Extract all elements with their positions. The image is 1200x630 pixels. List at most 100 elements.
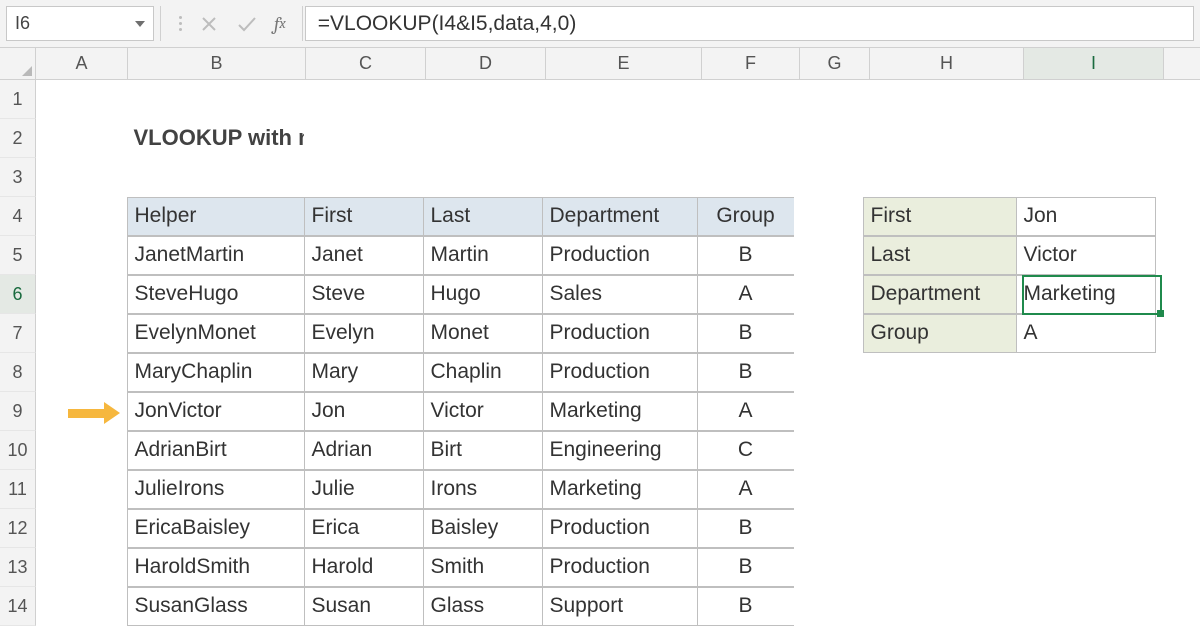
row-header-2[interactable]: 2 [0,119,36,158]
table-cell[interactable]: Baisley [423,509,543,548]
cell[interactable] [304,80,424,119]
table-cell[interactable]: B [697,548,795,587]
expand-formula-bar-icon[interactable] [179,16,182,31]
cell[interactable] [863,158,1017,197]
table-cell[interactable]: Support [542,587,698,626]
table-cell[interactable]: B [697,587,795,626]
table-header[interactable]: Last [423,197,543,236]
table-cell[interactable]: Erica [304,509,424,548]
cell[interactable] [863,392,1017,431]
table-cell[interactable]: EricaBaisley [127,509,305,548]
cell[interactable] [863,431,1017,470]
cell[interactable] [127,80,305,119]
cell[interactable] [863,80,1017,119]
table-cell[interactable]: JonVictor [127,392,305,431]
cell[interactable] [794,119,864,158]
cell[interactable] [304,119,424,158]
column-header-F[interactable]: F [702,48,800,79]
cell[interactable] [794,80,864,119]
cell[interactable] [1016,119,1156,158]
table-cell[interactable]: Production [542,353,698,392]
table-cell[interactable]: B [697,353,795,392]
cell[interactable] [863,119,1017,158]
table-cell[interactable]: Hugo [423,275,543,314]
row-header-1[interactable]: 1 [0,80,36,119]
cell[interactable] [423,80,543,119]
cell[interactable] [36,548,128,587]
table-cell[interactable]: C [697,431,795,470]
cell[interactable] [36,158,128,197]
column-header-C[interactable]: C [306,48,426,79]
cells-area[interactable]: VLOOKUP with multiple criteria [36,80,1200,626]
table-cell[interactable]: Martin [423,236,543,275]
cell[interactable] [36,470,128,509]
table-cell[interactable]: Irons [423,470,543,509]
cell[interactable] [542,119,698,158]
table-header[interactable]: Helper [127,197,305,236]
table-cell[interactable]: AdrianBirt [127,431,305,470]
lookup-label[interactable]: Group [863,314,1017,353]
table-cell[interactable]: Production [542,236,698,275]
column-header-I[interactable]: I [1024,48,1164,79]
column-header-D[interactable]: D [426,48,546,79]
fx-label[interactable]: fx [274,0,300,47]
table-cell[interactable]: Adrian [304,431,424,470]
row-header-11[interactable]: 11 [0,470,36,509]
table-cell[interactable]: HaroldSmith [127,548,305,587]
cell[interactable] [794,158,864,197]
table-cell[interactable]: B [697,236,795,275]
cell[interactable] [1016,431,1156,470]
cell[interactable] [697,80,795,119]
table-cell[interactable]: Production [542,314,698,353]
column-header-H[interactable]: H [870,48,1024,79]
column-header-A[interactable]: A [36,48,128,79]
row-header-4[interactable]: 4 [0,197,36,236]
cell[interactable] [1016,548,1156,587]
lookup-value[interactable]: Jon [1016,197,1156,236]
column-header-G[interactable]: G [800,48,870,79]
cell[interactable] [794,509,864,548]
lookup-value[interactable]: Victor [1016,236,1156,275]
cell[interactable] [863,548,1017,587]
table-cell[interactable]: Evelyn [304,314,424,353]
table-cell[interactable]: Engineering [542,431,698,470]
cell[interactable] [1016,470,1156,509]
lookup-value-selected[interactable]: Marketing [1016,275,1156,314]
cell[interactable] [1016,158,1156,197]
table-cell[interactable]: Jon [304,392,424,431]
table-cell[interactable]: JanetMartin [127,236,305,275]
enter-icon[interactable] [236,15,258,33]
cell[interactable] [36,353,128,392]
table-cell[interactable]: Birt [423,431,543,470]
select-all-corner[interactable] [0,48,36,79]
table-cell[interactable]: A [697,392,795,431]
cell[interactable] [542,80,698,119]
table-cell[interactable]: Steve [304,275,424,314]
cell[interactable] [794,392,864,431]
table-header[interactable]: First [304,197,424,236]
cell[interactable] [36,314,128,353]
table-header[interactable]: Group [697,197,795,236]
table-cell[interactable]: Janet [304,236,424,275]
cell[interactable] [863,353,1017,392]
table-cell[interactable]: Mary [304,353,424,392]
row-header-8[interactable]: 8 [0,353,36,392]
cell[interactable] [423,119,543,158]
row-header-14[interactable]: 14 [0,587,36,626]
cell[interactable] [1016,353,1156,392]
cell[interactable] [794,314,864,353]
cell[interactable] [863,587,1017,626]
cell[interactable] [127,158,305,197]
table-cell[interactable]: SteveHugo [127,275,305,314]
table-cell[interactable]: Marketing [542,470,698,509]
cell[interactable] [1016,587,1156,626]
cell[interactable] [794,197,864,236]
lookup-label[interactable]: First [863,197,1017,236]
row-header-13[interactable]: 13 [0,548,36,587]
cell[interactable] [697,158,795,197]
row-header-5[interactable]: 5 [0,236,36,275]
table-cell[interactable]: SusanGlass [127,587,305,626]
column-header-B[interactable]: B [128,48,306,79]
cancel-icon[interactable] [200,15,218,33]
cell[interactable] [863,509,1017,548]
